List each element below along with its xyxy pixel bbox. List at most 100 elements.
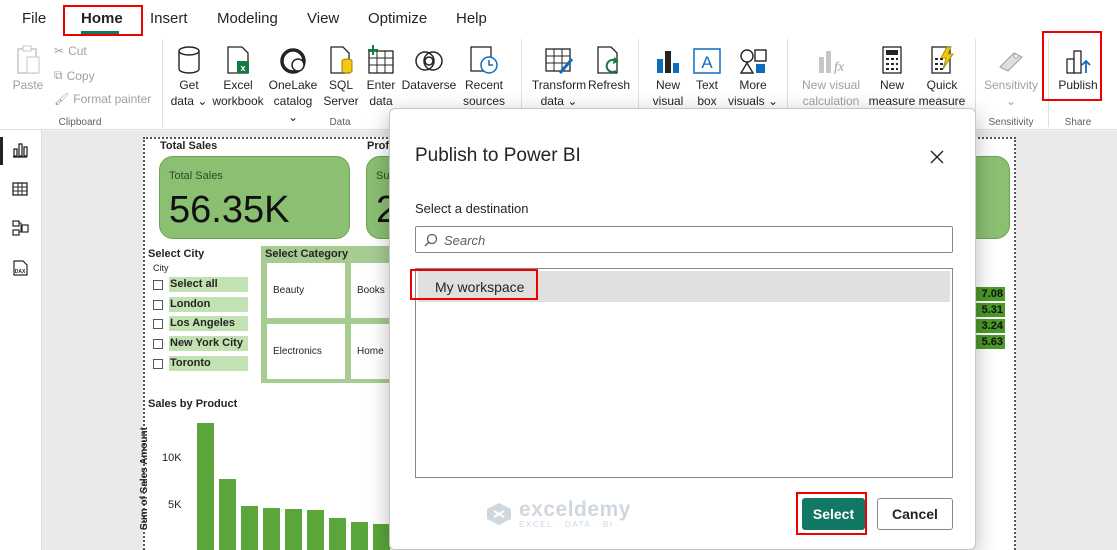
format-painter-button[interactable]: 🖌 Format painter: [54, 92, 151, 106]
profit-title: Prof: [367, 140, 389, 152]
slicer-option[interactable]: Select all: [153, 277, 248, 292]
search-input[interactable]: [444, 230, 944, 250]
chart-bar[interactable]: [285, 508, 302, 550]
transform-icon: [528, 41, 590, 75]
chart-bar[interactable]: [351, 521, 368, 550]
checkbox[interactable]: [153, 279, 163, 290]
checkbox[interactable]: [153, 299, 163, 310]
city-slicer-title: Select City: [148, 248, 205, 260]
workspace-item[interactable]: My workspace: [418, 271, 950, 302]
copy-label: Copy: [66, 68, 95, 83]
select-button[interactable]: Select: [802, 498, 865, 530]
active-tab-indicator: [81, 31, 119, 34]
menu-home[interactable]: Home: [81, 10, 123, 27]
sensitivity-chevron: ⌄: [1005, 94, 1017, 108]
new-measure-button[interactable]: New measure: [868, 41, 916, 109]
ribbon-divider: [1048, 39, 1049, 127]
svg-text:A: A: [701, 53, 713, 72]
database-icon: [168, 41, 210, 75]
slicer-option-label: Select all: [169, 277, 248, 292]
calculator-icon: [868, 41, 916, 75]
cut-button[interactable]: ✂ Cut: [54, 44, 87, 58]
slicer-option[interactable]: London: [153, 297, 248, 312]
value-cell: 3.24: [975, 319, 1005, 333]
menu-optimize[interactable]: Optimize: [368, 10, 427, 27]
dax-query-view-icon[interactable]: DAX: [11, 259, 29, 277]
menu-help[interactable]: Help: [456, 10, 487, 27]
table-view-icon[interactable]: [11, 180, 29, 198]
enter-data-label-1: Enter: [366, 78, 396, 92]
chart-bar[interactable]: [241, 505, 258, 550]
chart-bar[interactable]: [329, 518, 346, 550]
report-view-icon[interactable]: [11, 141, 29, 159]
dialog-subtitle: Select a destination: [415, 201, 529, 216]
transform-label-1: Transform: [531, 78, 587, 92]
quick-measure-button[interactable]: Quick measure: [916, 41, 968, 109]
total-sales-title: Total Sales: [160, 140, 218, 152]
paste-button[interactable]: Paste: [10, 41, 46, 93]
refresh-button[interactable]: Refresh: [588, 41, 630, 93]
model-view-icon[interactable]: [11, 219, 29, 237]
chart-bar[interactable]: [307, 509, 324, 550]
text-box-label-1: Text: [695, 78, 718, 92]
transform-label-2: data ⌄: [540, 94, 578, 108]
value-cell: 5.31: [975, 303, 1005, 317]
menu-insert[interactable]: Insert: [150, 10, 188, 27]
text-box-icon: A: [688, 41, 726, 75]
close-icon[interactable]: [927, 147, 947, 167]
sensitivity-label: Sensitivity: [983, 78, 1039, 92]
new-visual-label-1: New: [655, 78, 680, 92]
paste-label: Paste: [12, 78, 44, 92]
cancel-button[interactable]: Cancel: [877, 498, 953, 530]
chart-bar[interactable]: [219, 478, 236, 550]
sql-server-button[interactable]: SQL Server: [322, 41, 360, 109]
menu-modeling[interactable]: Modeling: [217, 10, 278, 27]
checkbox[interactable]: [153, 338, 163, 349]
text-box-button[interactable]: A Text box: [688, 41, 726, 109]
table-plus-icon: [363, 41, 399, 75]
excel-label-1: Excel: [223, 78, 253, 92]
share-group-label: Share: [1064, 117, 1092, 128]
publish-button[interactable]: Publish: [1055, 41, 1101, 93]
quick-measure-icon: [916, 41, 968, 75]
search-box: [415, 226, 953, 253]
exceldemy-logo: exceldemy EXCEL · DATA · BI: [485, 499, 631, 529]
enter-data-label-2: data: [369, 94, 393, 108]
sales-chart-y-label: Sum of Sales Amount: [139, 427, 150, 530]
category-tile[interactable]: Electronics: [267, 324, 345, 379]
copy-icon: ⧉: [54, 68, 63, 82]
total-sales-value: 56.35K: [169, 189, 290, 231]
enter-data-button[interactable]: Enter data: [363, 41, 399, 109]
onelake-catalog-button[interactable]: OneLake catalog ⌄: [267, 41, 319, 125]
menu-file[interactable]: File: [22, 10, 46, 27]
profit-card-label: Su: [376, 170, 390, 182]
slicer-option[interactable]: New York City: [153, 336, 248, 351]
slicer-option[interactable]: Toronto: [153, 356, 248, 371]
excel-workbook-button[interactable]: x Excel workbook: [209, 41, 267, 109]
more-visuals-button[interactable]: More visuals ⌄: [726, 41, 780, 109]
watermark-main: exceldemy: [519, 498, 631, 521]
refresh-label: Refresh: [588, 78, 631, 92]
get-data-button[interactable]: Get data ⌄: [168, 41, 210, 109]
value-cell: 5.63: [975, 335, 1005, 349]
checkbox[interactable]: [153, 318, 163, 329]
menu-view[interactable]: View: [307, 10, 339, 27]
svg-text:DAX: DAX: [15, 269, 26, 275]
get-data-label-2: data ⌄: [170, 94, 208, 108]
onelake-icon: [267, 41, 319, 75]
transform-data-button[interactable]: Transform data ⌄: [528, 41, 590, 109]
new-visual-button[interactable]: New visual: [648, 41, 688, 109]
text-box-label-2: box: [697, 94, 717, 108]
checkbox[interactable]: [153, 358, 163, 369]
chart-bar[interactable]: [373, 523, 390, 550]
quick-measure-label-1: Quick: [926, 78, 958, 92]
chart-bar[interactable]: [197, 423, 214, 550]
slicer-option[interactable]: Los Angeles: [153, 316, 248, 331]
category-tile[interactable]: Beauty: [267, 263, 345, 318]
paste-icon: [10, 41, 46, 75]
dataverse-button[interactable]: Dataverse: [401, 41, 457, 93]
sensitivity-button[interactable]: Sensitivity ⌄: [980, 41, 1042, 109]
more-visuals-label-2: visuals ⌄: [727, 94, 779, 108]
copy-button[interactable]: ⧉ Copy: [54, 68, 95, 83]
chart-bar[interactable]: [263, 507, 280, 550]
